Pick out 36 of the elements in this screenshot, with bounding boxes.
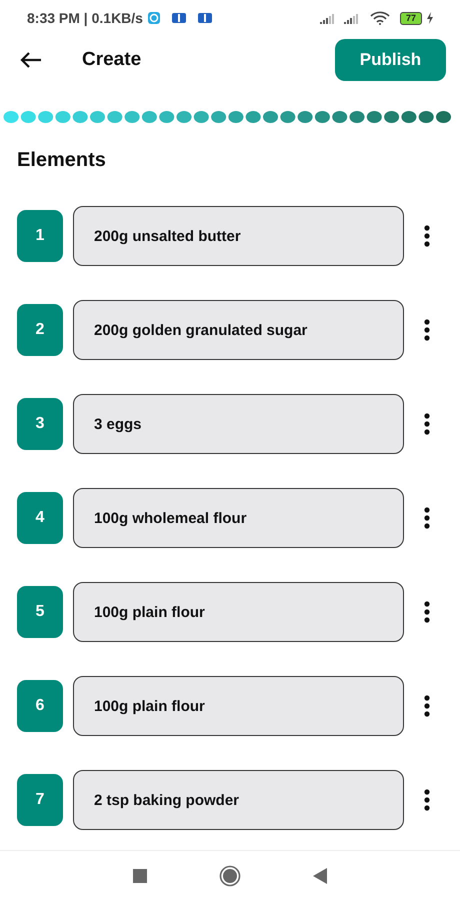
more-options-icon[interactable] — [424, 413, 430, 435]
more-options-icon[interactable] — [424, 225, 430, 247]
signal-icon — [344, 12, 360, 24]
battery-icon: 77 — [400, 12, 422, 24]
step-number: 1 — [17, 210, 63, 262]
more-options-icon[interactable] — [424, 507, 430, 529]
section-title: Elements — [17, 149, 107, 172]
ingredient-field[interactable]: 200g unsalted butter — [73, 206, 404, 266]
signal-icon — [320, 12, 336, 24]
step-number: 4 — [17, 492, 63, 544]
step-number: 5 — [17, 586, 63, 638]
app-icon — [170, 11, 187, 25]
app-icon — [146, 11, 161, 25]
home-icon[interactable] — [219, 865, 241, 887]
back-arrow-icon[interactable] — [20, 51, 42, 69]
app-icon — [196, 11, 213, 25]
ingredient-field[interactable]: 100g plain flour — [73, 582, 404, 642]
ingredient-field[interactable]: 100g plain flour — [73, 676, 404, 736]
back-icon[interactable] — [313, 868, 327, 884]
ingredient-field[interactable]: 200g golden granulated sugar — [73, 300, 404, 360]
status-text: 8:33 PM | 0.1KB/s — [27, 10, 143, 26]
step-number: 6 — [17, 680, 63, 732]
wifi-icon — [370, 11, 390, 25]
ingredient-field[interactable]: 2 tsp baking powder — [73, 770, 404, 830]
step-number: 3 — [17, 398, 63, 450]
step-number: 2 — [17, 304, 63, 356]
more-options-icon[interactable] — [424, 319, 430, 341]
publish-button[interactable]: Publish — [335, 39, 446, 81]
more-options-icon[interactable] — [424, 695, 430, 717]
more-options-icon[interactable] — [424, 789, 430, 811]
ingredient-field[interactable]: 3 eggs — [73, 394, 404, 454]
charging-icon — [426, 12, 434, 24]
page-title: Create — [82, 49, 142, 71]
step-number: 7 — [17, 774, 63, 826]
ingredient-field[interactable]: 100g wholemeal flour — [73, 488, 404, 548]
more-options-icon[interactable] — [424, 601, 430, 623]
